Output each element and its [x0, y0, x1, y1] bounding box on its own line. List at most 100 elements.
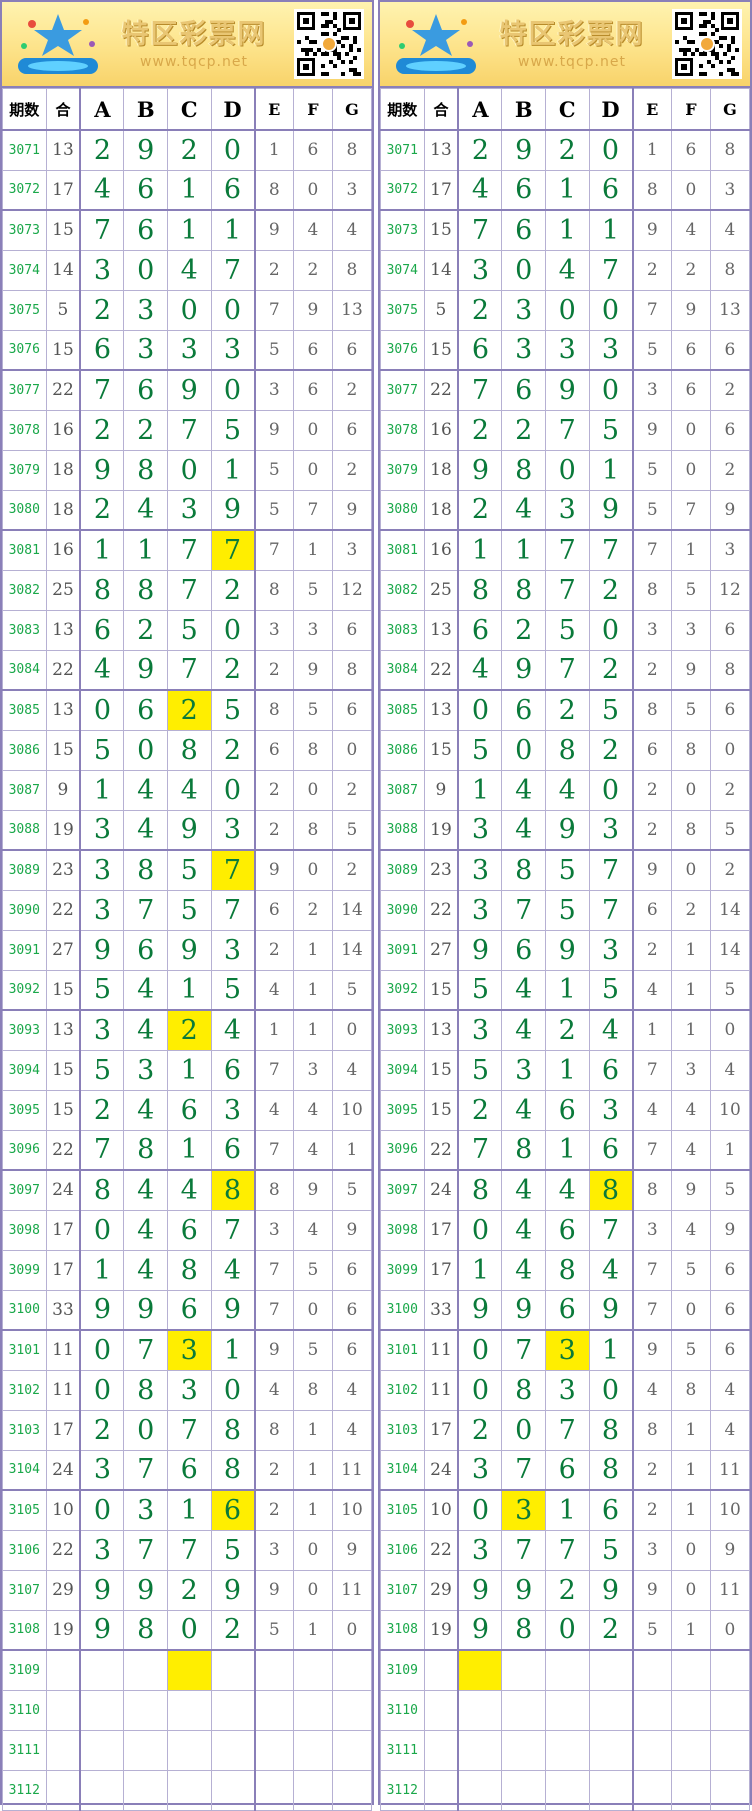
digit-c: 5	[544, 849, 590, 891]
issue-number: 3104	[2, 1449, 47, 1491]
stat-e: 8	[632, 689, 672, 731]
issue-number: 3083	[380, 609, 425, 651]
issue-number: 3090	[380, 889, 425, 931]
sum-value: 15	[45, 329, 81, 371]
table-row: 3080 18 2 4 3 9 5 7 9	[380, 489, 751, 531]
digit-b: 7	[501, 1329, 546, 1371]
issue-number: 3076	[2, 329, 47, 371]
table-row: 3104 24 3 7 6 8 2 1 11	[380, 1449, 751, 1491]
table-row: 3095 15 2 4 6 3 4 4 10	[380, 1089, 751, 1131]
stat-g: 6	[331, 1289, 373, 1331]
stat-f: 2	[670, 889, 711, 931]
digit-a	[457, 1769, 503, 1811]
stat-g: 12	[709, 569, 751, 611]
table-row: 3076 15 6 3 3 3 5 6 6	[380, 329, 751, 371]
digit-b: 6	[501, 929, 546, 971]
sum-value: 14	[45, 249, 81, 291]
issue-number: 3074	[380, 249, 425, 291]
sum-value	[45, 1769, 81, 1811]
stat-f: 0	[670, 1569, 711, 1611]
table-row: 3091 27 9 6 9 3 2 1 14	[380, 929, 751, 971]
digit-c: 1	[544, 169, 590, 211]
digit-d: 5	[210, 969, 256, 1011]
digit-c: 8	[544, 1249, 590, 1291]
stat-f: 1	[292, 1489, 333, 1531]
table-row: 3082 25 8 8 7 2 8 5 12	[2, 569, 373, 611]
sum-value: 13	[423, 1009, 459, 1051]
digit-c: 4	[544, 1169, 590, 1211]
stat-f: 0	[292, 849, 333, 891]
stat-f: 6	[292, 129, 333, 171]
digit-d	[588, 1689, 634, 1731]
column-header: A	[457, 88, 503, 131]
stat-f: 0	[670, 769, 711, 811]
stat-g	[331, 1769, 373, 1811]
digit-b: 7	[123, 1529, 168, 1571]
digit-a: 0	[457, 1329, 503, 1371]
digit-d: 2	[210, 1609, 256, 1651]
issue-number: 3107	[2, 1569, 47, 1611]
stat-g: 0	[331, 729, 373, 771]
stat-e: 2	[632, 1489, 672, 1531]
sum-value: 14	[423, 249, 459, 291]
digit-d: 1	[210, 209, 256, 251]
site-brand: 特区彩票网	[499, 19, 645, 50]
stat-e: 9	[254, 1329, 294, 1371]
stat-e: 5	[254, 329, 294, 371]
lottery-logo-icon	[390, 12, 482, 78]
stat-g	[331, 1689, 373, 1731]
stat-e: 1	[632, 1009, 672, 1051]
digit-b: 9	[123, 649, 168, 691]
stat-e: 6	[254, 729, 294, 771]
digit-b: 6	[501, 369, 546, 411]
stat-f: 1	[670, 929, 711, 971]
digit-a: 7	[79, 369, 125, 411]
digit-a: 7	[457, 209, 503, 251]
digit-a: 7	[79, 1129, 125, 1171]
digit-d: 9	[588, 1569, 634, 1611]
column-header: A	[79, 88, 125, 131]
digit-d: 0	[588, 289, 634, 331]
issue-number: 3086	[380, 729, 425, 771]
digit-c: 3	[544, 1369, 590, 1411]
table-row: 3079 18 9 8 0 1 5 0 2	[2, 449, 373, 491]
digit-c: 7	[166, 409, 212, 451]
digit-a: 9	[457, 1569, 503, 1611]
stat-g: 6	[709, 689, 751, 731]
digit-a: 5	[79, 1049, 125, 1091]
digit-d: 0	[210, 609, 256, 651]
issue-number: 3086	[2, 729, 47, 771]
stat-g: 6	[709, 1289, 751, 1331]
digit-b: 7	[123, 889, 168, 931]
stat-f: 6	[670, 329, 711, 371]
stat-e: 3	[632, 369, 672, 411]
stat-g: 3	[331, 529, 373, 571]
sum-value: 25	[45, 569, 81, 611]
stat-g: 2	[709, 369, 751, 411]
digit-a: 5	[79, 729, 125, 771]
issue-number: 3106	[380, 1529, 425, 1571]
digit-b: 3	[501, 1489, 546, 1531]
table-row: 3101 11 0 7 3 1 9 5 6	[380, 1329, 751, 1371]
digit-b: 4	[501, 1169, 546, 1211]
digit-d: 2	[588, 729, 634, 771]
digit-a: 5	[79, 969, 125, 1011]
issue-number: 3101	[2, 1329, 47, 1371]
digit-d: 3	[210, 809, 256, 851]
digit-a: 9	[79, 449, 125, 491]
digit-a	[79, 1729, 125, 1771]
stat-f: 0	[292, 409, 333, 451]
sum-value: 13	[45, 129, 81, 171]
digit-c: 4	[544, 769, 590, 811]
digit-d: 1	[210, 1329, 256, 1371]
sum-value	[423, 1769, 459, 1811]
digit-a: 8	[457, 1169, 503, 1211]
issue-number: 3096	[2, 1129, 47, 1171]
stat-g: 4	[331, 209, 373, 251]
digit-a: 2	[457, 1409, 503, 1451]
digit-c: 8	[166, 1249, 212, 1291]
issue-number: 3096	[380, 1129, 425, 1171]
digit-c: 9	[544, 929, 590, 971]
digit-a: 3	[457, 1449, 503, 1491]
table-row: 3090 22 3 7 5 7 6 2 14	[380, 889, 751, 931]
